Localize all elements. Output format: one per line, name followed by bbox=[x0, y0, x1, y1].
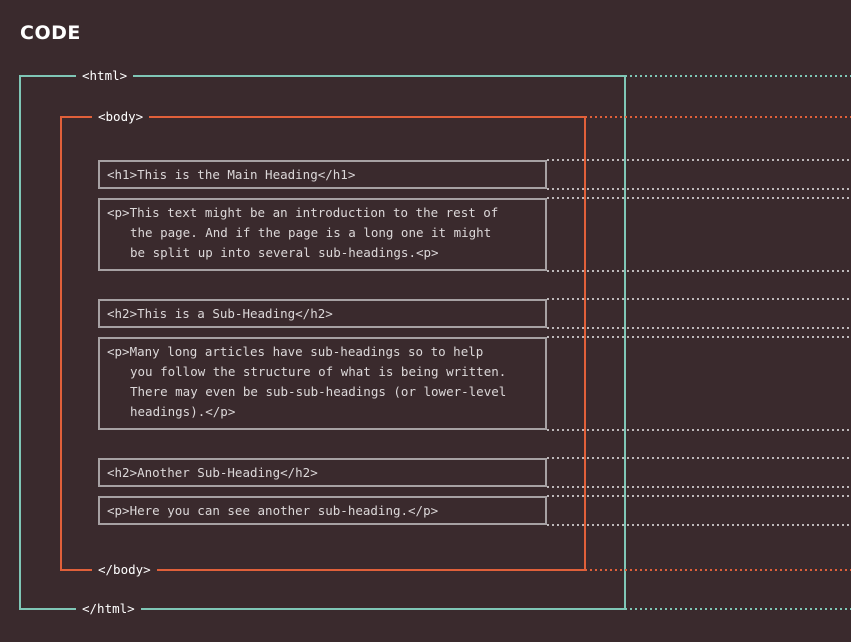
code-line: <h2>Another Sub-Heading</h2> bbox=[107, 465, 318, 480]
code-line: <h2>This is a Sub-Heading</h2> bbox=[107, 306, 333, 321]
body-close-tag: </body> bbox=[92, 562, 157, 578]
html-close-tag: </html> bbox=[76, 601, 141, 617]
p2-element-box: <p>Many long articles have sub-headings … bbox=[98, 337, 547, 430]
code-line: <p>This text might be an introduction to… bbox=[107, 205, 499, 220]
body-open-tag: <body> bbox=[92, 109, 150, 125]
code-line: <h1>This is the Main Heading</h1> bbox=[107, 167, 356, 182]
code-line: headings).</p> bbox=[130, 404, 236, 419]
h1-element-box: <h1>This is the Main Heading</h1> bbox=[98, 160, 547, 189]
h2a-element-box: <h2>This is a Sub-Heading</h2> bbox=[98, 299, 547, 328]
code-line: <p>Here you can see another sub-heading.… bbox=[107, 503, 439, 518]
code-line: <p>Many long articles have sub-headings … bbox=[107, 344, 484, 359]
code-line: the page. And if the page is a long one … bbox=[130, 225, 492, 240]
p3-element-box: <p>Here you can see another sub-heading.… bbox=[98, 496, 547, 525]
code-line: There may even be sub-sub-headings (or l… bbox=[130, 384, 507, 399]
p1-element-box: <p>This text might be an introduction to… bbox=[98, 198, 547, 271]
code-line: you follow the structure of what is bein… bbox=[130, 364, 507, 379]
code-line: be split up into several sub-headings.<p… bbox=[130, 245, 439, 260]
h2b-element-box: <h2>Another Sub-Heading</h2> bbox=[98, 458, 547, 487]
html-open-tag: <html> bbox=[76, 68, 134, 84]
